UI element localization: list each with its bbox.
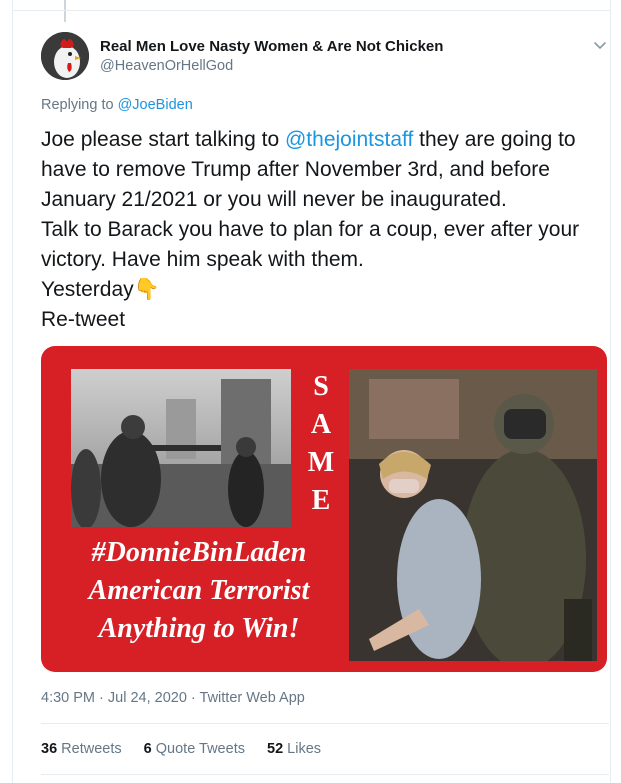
tweet-text-line: Joe please start talking to @thejointsta… — [41, 125, 611, 155]
protest-photo — [349, 369, 597, 661]
same-letter: E — [311, 485, 331, 516]
replying-handle-link[interactable]: @JoeBiden — [118, 97, 193, 113]
divider — [41, 723, 609, 724]
divider — [41, 774, 609, 775]
media-caption-line: Anything to Win! — [98, 613, 300, 644]
tweet-text-line: victory. Have him speak with them. — [41, 248, 364, 271]
tweet-text-line: have to remove Trump after November 3rd,… — [41, 158, 550, 181]
quote-tweets-label: Quote Tweets — [155, 741, 245, 757]
tweet-text-line: Talk to Barack you have to plan for a co… — [41, 218, 580, 241]
same-vertical-text: S A M E — [303, 368, 339, 520]
same-letter: A — [310, 409, 332, 440]
likes-stat[interactable]: 52 Likes — [267, 741, 321, 757]
tweet-text-line: January 21/2021 or you will never be ina… — [41, 188, 507, 211]
tweet-text-fragment: Yesterday — [41, 278, 134, 301]
media-caption-line: American Terrorist — [88, 575, 310, 606]
retweets-count: 36 — [41, 741, 58, 757]
media-caption: #DonnieBinLaden American Terrorist Anyth… — [49, 534, 349, 648]
thread-connector-line — [64, 0, 66, 22]
pointing-down-emoji-icon: 👇 — [133, 278, 160, 301]
tweet-text-line: Re-tweet — [41, 308, 126, 331]
tweet-text: Joe please start talking to @thejointsta… — [41, 125, 611, 335]
likes-label: Likes — [287, 741, 322, 757]
quote-tweets-stat[interactable]: 6 Quote Tweets — [144, 741, 245, 757]
same-letter: S — [313, 371, 329, 402]
tweet-timestamp[interactable]: 4:30 PM · Jul 24, 2020 · Twitter Web App — [41, 690, 305, 706]
rooster-avatar-icon — [41, 32, 89, 80]
chevron-down-icon[interactable] — [593, 38, 607, 52]
retweets-stat[interactable]: 36 Retweets — [41, 741, 122, 757]
tweet-text-fragment: Joe please start talking to — [41, 128, 285, 151]
avatar[interactable] — [41, 32, 89, 80]
tweet-stats: 36 Retweets 6 Quote Tweets 52 Likes — [41, 741, 339, 757]
author-handle[interactable]: @HeavenOrHellGod — [100, 58, 233, 74]
author-display-name[interactable]: Real Men Love Nasty Women & Are Not Chic… — [100, 38, 443, 55]
replying-to: Replying to @JoeBiden — [41, 97, 193, 113]
top-divider — [13, 10, 610, 11]
retweets-label: Retweets — [61, 741, 122, 757]
media-caption-line: #DonnieBinLaden — [91, 537, 307, 568]
tweet-text-line: Yesterday👇 — [41, 275, 611, 305]
quote-tweets-count: 6 — [143, 741, 152, 757]
mention-link[interactable]: @thejointstaff — [285, 128, 413, 151]
replying-prefix: Replying to — [41, 97, 114, 113]
tweet-text-fragment: they are going to — [413, 128, 576, 151]
likes-count: 52 — [267, 741, 284, 757]
black-and-white-photo — [71, 369, 291, 527]
tweet-card: Real Men Love Nasty Women & Are Not Chic… — [12, 0, 611, 783]
tweet-media-image[interactable]: S A M E #DonnieBinLaden American Terrori… — [41, 346, 607, 672]
same-letter: M — [307, 447, 335, 478]
